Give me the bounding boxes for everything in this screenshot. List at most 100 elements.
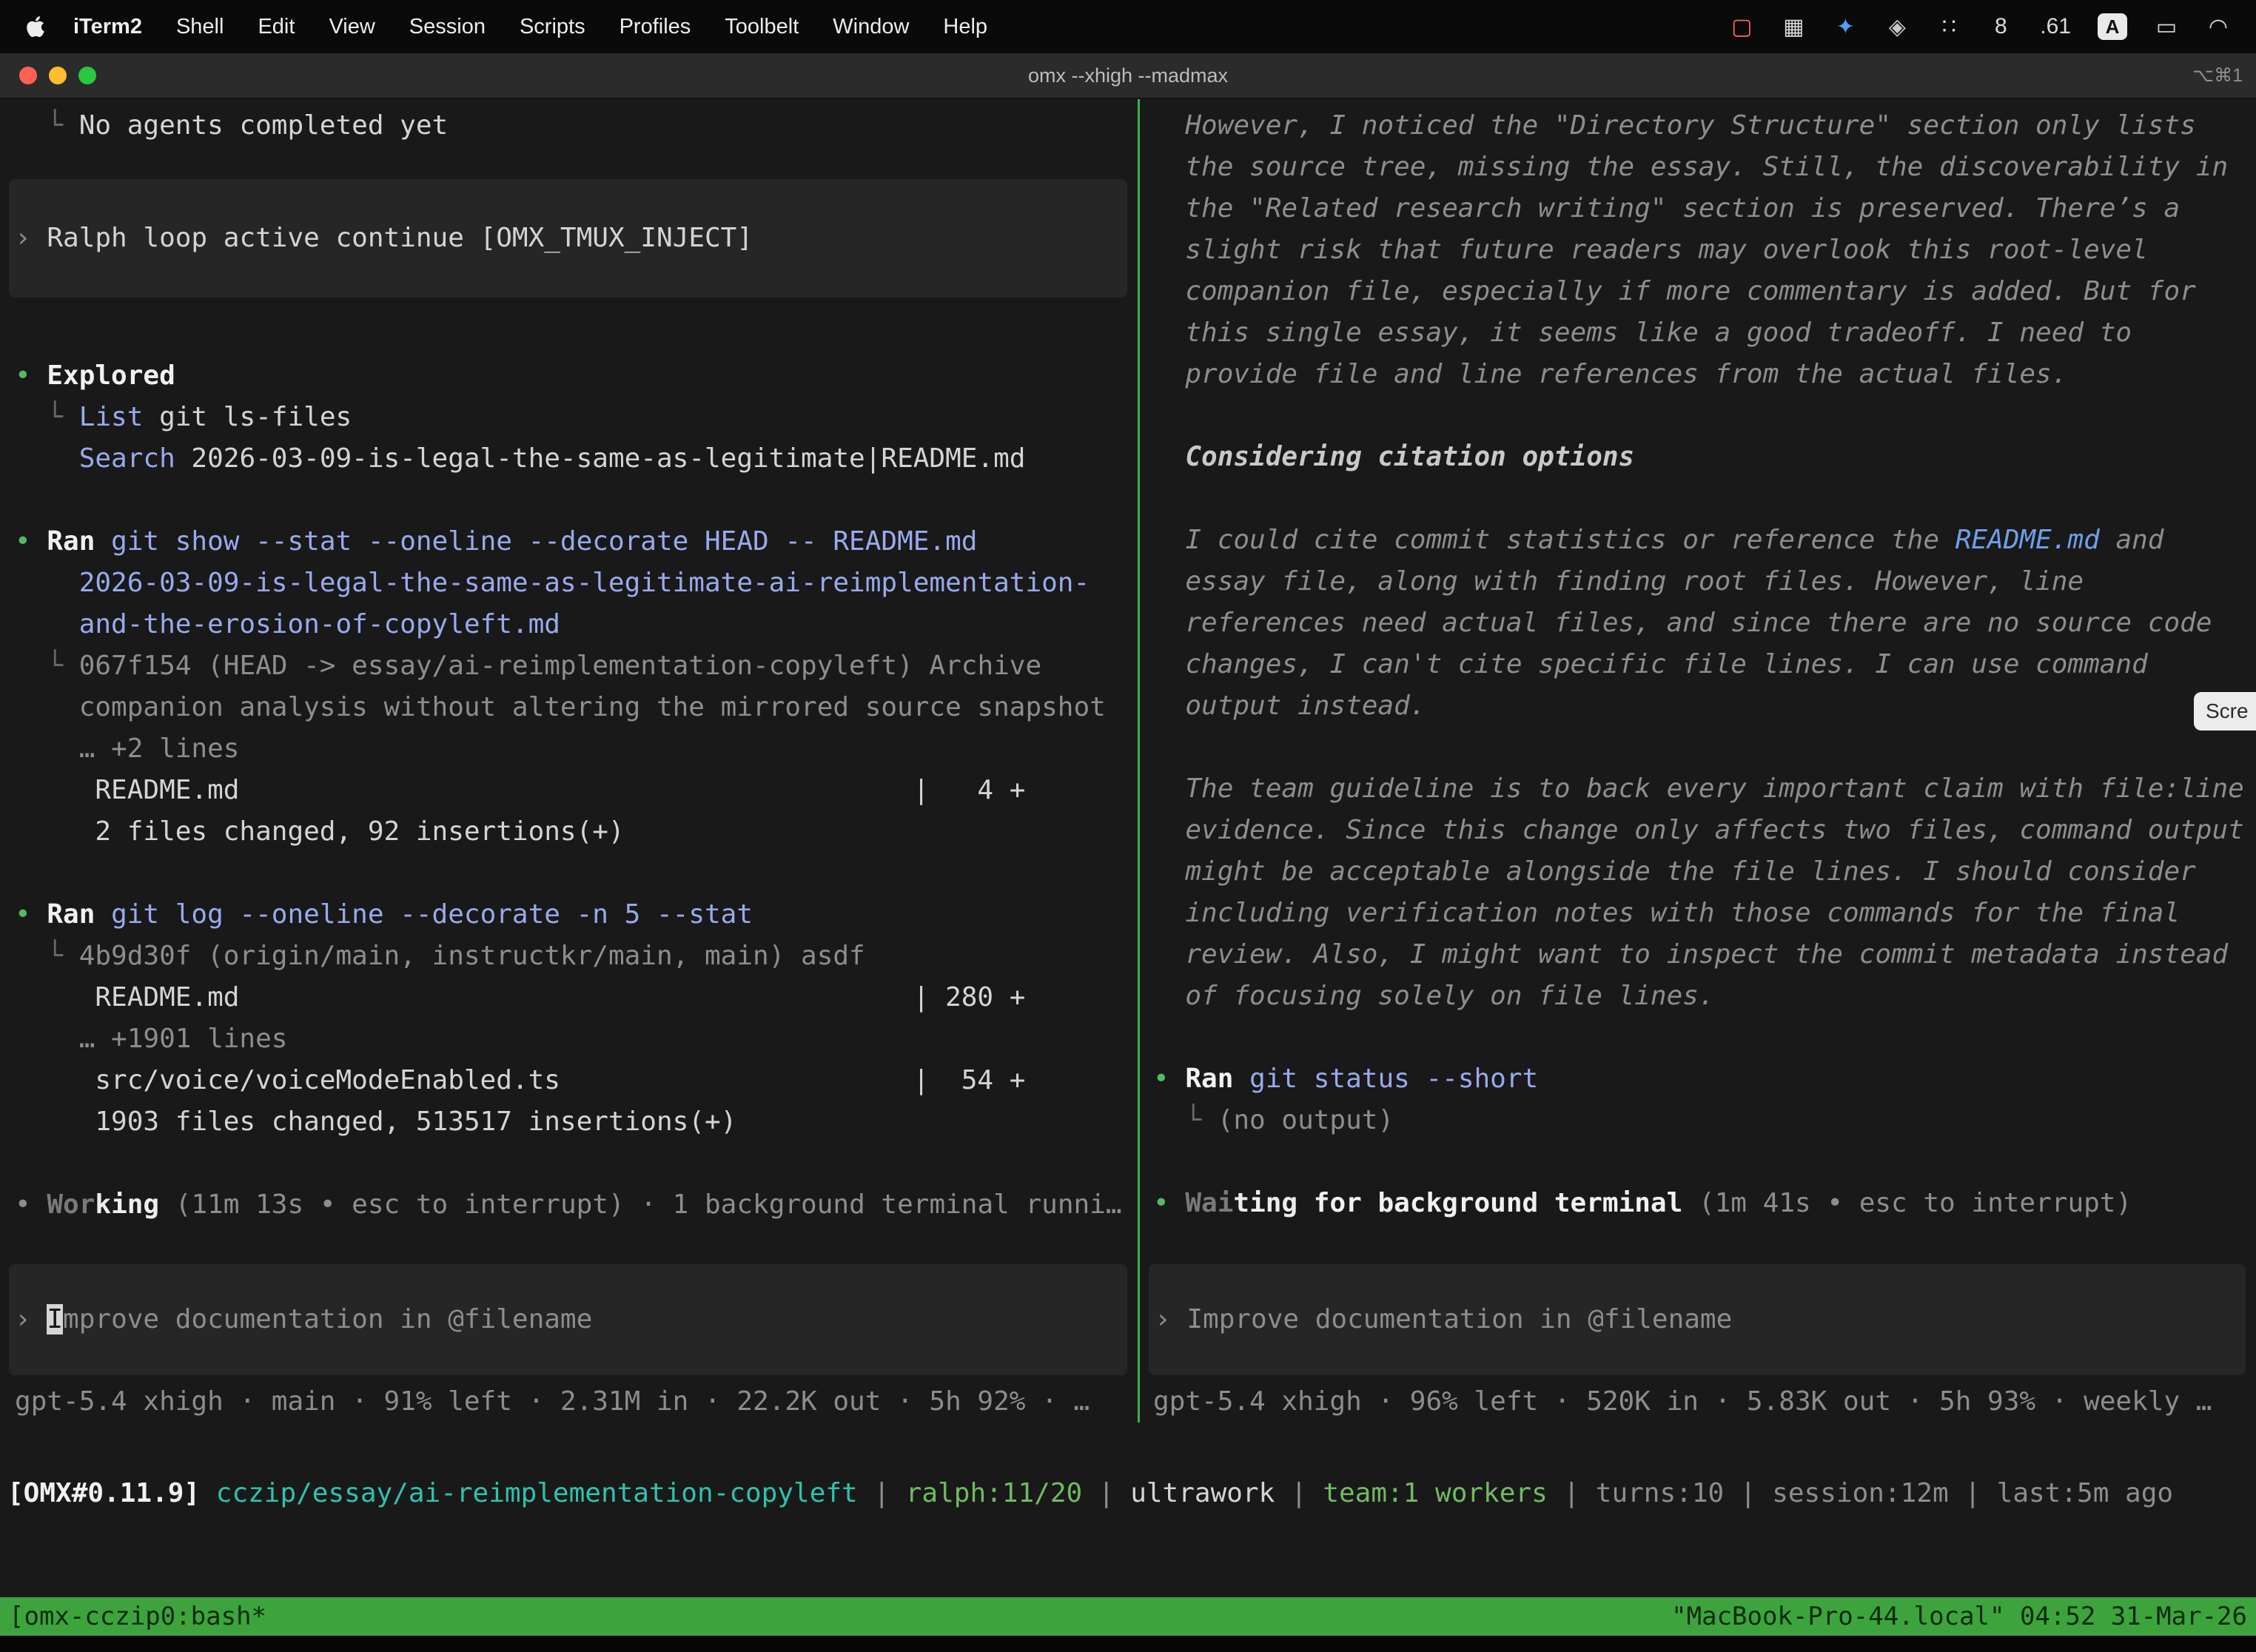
dots-grid-icon[interactable]: ∷ xyxy=(1936,12,1961,41)
text-segment: the "Related research writing" section i… xyxy=(1153,193,2180,224)
text-segment: review. Also, I might want to inspect th… xyxy=(1153,939,2228,970)
terminal-line: └ 067f154 (HEAD -> essay/ai-reimplementa… xyxy=(0,645,1138,687)
text-segment: List xyxy=(79,402,144,432)
apple-logo xyxy=(26,15,45,38)
terminal-line xyxy=(1140,395,2256,437)
text-segment: └ xyxy=(15,110,79,141)
pane-left-content: └ No agents completed yet › Ralph loop a… xyxy=(0,99,1138,1264)
text-segment: provide file and line references from th… xyxy=(1153,359,2067,389)
terminal-line: However, I noticed the "Directory Struct… xyxy=(1140,105,2256,147)
screen-recording-icon[interactable]: ▢ xyxy=(1729,12,1754,41)
menu-item-window[interactable]: Window xyxy=(816,15,926,39)
terminal-line: └ (no output) xyxy=(1140,1100,2256,1141)
text-segment: 2026-03-09-is-legal-the-same-as-legitima… xyxy=(175,443,1026,474)
menu-status-icons: ▢ ▦ ✦ ◈ ∷ 8 .61 A ▭ ◠ xyxy=(1729,12,2238,41)
text-segment: and-the-erosion-of-copyleft.md xyxy=(15,609,560,639)
text-segment: mprove documentation in @filename xyxy=(63,1304,592,1334)
model-status-left: gpt-5.4 xhigh · main · 91% left · 2.31M … xyxy=(0,1381,1138,1423)
prompt-input-left-text: › Improve documentation in @filename xyxy=(9,1299,592,1340)
text-segment: Ralph loop active continue [OMX_TMUX_INJ… xyxy=(47,223,753,253)
terminal-line xyxy=(1140,1017,2256,1058)
menu-item-scripts[interactable]: Scripts xyxy=(503,15,602,39)
apple-menu-icon[interactable] xyxy=(18,15,53,38)
omx-team: team:1 workers xyxy=(1323,1478,1547,1508)
text-segment: › xyxy=(15,1304,47,1334)
terminal-line: of focusing solely on file lines. xyxy=(1140,976,2256,1017)
menu-item-edit[interactable]: Edit xyxy=(241,15,312,39)
app-dark-icon[interactable]: ◈ xyxy=(1884,12,1910,41)
menu-item-session[interactable]: Session xyxy=(392,15,503,39)
terminal-line: provide file and line references from th… xyxy=(1140,354,2256,395)
menu-item-view[interactable]: View xyxy=(312,15,392,39)
text-segment: 2026-03-09-is-legal-the-same-as-legitima… xyxy=(15,568,1090,598)
text-segment: src/voice/voiceModeEnabled.ts | 54 + xyxy=(15,1065,1025,1095)
battery-gauge-icon[interactable]: .61 xyxy=(2040,12,2071,41)
terminal-line: 2026-03-09-is-legal-the-same-as-legitima… xyxy=(0,563,1138,604)
text-segment: | xyxy=(1548,1478,1596,1508)
terminal-line: 2 files changed, 92 insertions(+) xyxy=(0,811,1138,853)
text-segment: ting xyxy=(1233,1188,1297,1218)
text-segment: (1m 41s • esc to interrupt) xyxy=(1699,1188,2132,1218)
text-segment: README.md | 280 + xyxy=(15,982,1025,1013)
terminal-line: I could cite commit statistics or refere… xyxy=(1140,520,2256,561)
traffic-lights xyxy=(0,67,96,84)
omx-ralph-counter: ralph:11/20 xyxy=(906,1478,1082,1508)
battery-icon[interactable]: ▭ xyxy=(2154,12,2179,41)
terminal-line: README.md | 4 + xyxy=(0,770,1138,811)
menu-bar: iTerm2ShellEditViewSessionScriptsProfile… xyxy=(0,0,2256,53)
app-blue-icon[interactable]: ✦ xyxy=(1833,12,1858,41)
text-segment: might be acceptable alongside the file l… xyxy=(1153,856,2196,887)
text-segment: the source tree, missing the essay. Stil… xyxy=(1153,152,2228,182)
window-titlebar: omx --xhigh --madmax ⌥⌘1 xyxy=(0,53,2256,99)
text-segment: Ran xyxy=(1185,1064,1233,1094)
text-segment: • xyxy=(1153,1064,1185,1094)
terminal-line: including verification notes with those … xyxy=(1140,893,2256,934)
menu-item-profiles[interactable]: Profiles xyxy=(602,15,708,39)
prompt-input-right[interactable]: › Improve documentation in @filename xyxy=(1149,1264,2246,1375)
omx-status-bar: [OMX#0.11.9] cczip/essay/ai-reimplementa… xyxy=(0,1473,2256,1514)
text-segment: Wai xyxy=(1185,1188,1233,1218)
terminal-line: essay file, along with finding root file… xyxy=(1140,561,2256,602)
zoom-button[interactable] xyxy=(78,67,96,84)
text-segment: essay file, along with finding root file… xyxy=(1153,566,2084,597)
menu-item-help[interactable]: Help xyxy=(926,15,1004,39)
omx-session-time: session:12m xyxy=(1772,1478,1948,1508)
terminal-line xyxy=(0,480,1138,521)
tmux-panes: └ No agents completed yet › Ralph loop a… xyxy=(0,99,2256,1423)
text-segment: └ xyxy=(15,651,79,681)
text-segment: this single essay, it seems like a good … xyxy=(1153,318,2132,348)
terminal-line: the "Related research writing" section i… xyxy=(1140,188,2256,229)
pane-left: └ No agents completed yet › Ralph loop a… xyxy=(0,99,1138,1423)
prompt-input-left[interactable]: › Improve documentation in @filename xyxy=(9,1264,1127,1375)
menu-item-iterm2[interactable]: iTerm2 xyxy=(56,15,159,39)
terminal-line: review. Also, I might want to inspect th… xyxy=(1140,934,2256,976)
terminal-line: companion file, especially if more comme… xyxy=(1140,271,2256,312)
text-segment: › Improve documentation in @filename xyxy=(1155,1304,1732,1334)
keycap-8-icon[interactable]: 8 xyxy=(1988,12,2013,41)
close-button[interactable] xyxy=(19,67,37,84)
text-segment: for background terminal xyxy=(1297,1188,1699,1218)
text-segment: I could cite commit statistics or refere… xyxy=(1153,525,1955,555)
text-segment: output instead. xyxy=(1153,691,1426,721)
text-segment: • xyxy=(15,360,47,391)
terminal-line: companion analysis without altering the … xyxy=(0,687,1138,728)
text-segment: README.md xyxy=(1955,525,2100,555)
input-language-icon[interactable]: A xyxy=(2098,13,2127,40)
terminal-line xyxy=(0,1143,1138,1184)
text-segment: (11m 13s • esc to interrupt) · 1 backgro… xyxy=(159,1189,1121,1220)
menu-item-toolbelt[interactable]: Toolbelt xyxy=(708,15,816,39)
terminal-line: Considering citation options xyxy=(1140,437,2256,478)
menu-item-shell[interactable]: Shell xyxy=(159,15,241,39)
text-segment: companion file, especially if more comme… xyxy=(1153,276,2196,306)
text-segment: evidence. Since this change only affects… xyxy=(1153,815,2244,845)
text-segment: | xyxy=(1082,1478,1130,1508)
text-segment: companion analysis without altering the … xyxy=(15,692,1106,722)
text-segment xyxy=(15,443,79,474)
terminal-line: The team guideline is to back every impo… xyxy=(1140,768,2256,810)
text-segment: 1903 files changed, 513517 insertions(+) xyxy=(15,1107,736,1137)
wifi-icon[interactable]: ◠ xyxy=(2206,12,2231,41)
minimize-button[interactable] xyxy=(49,67,67,84)
window-manager-icon[interactable]: ▦ xyxy=(1781,12,1806,41)
terminal-line xyxy=(1140,478,2256,520)
screen-overlay-tab[interactable]: Scre xyxy=(2194,692,2256,731)
